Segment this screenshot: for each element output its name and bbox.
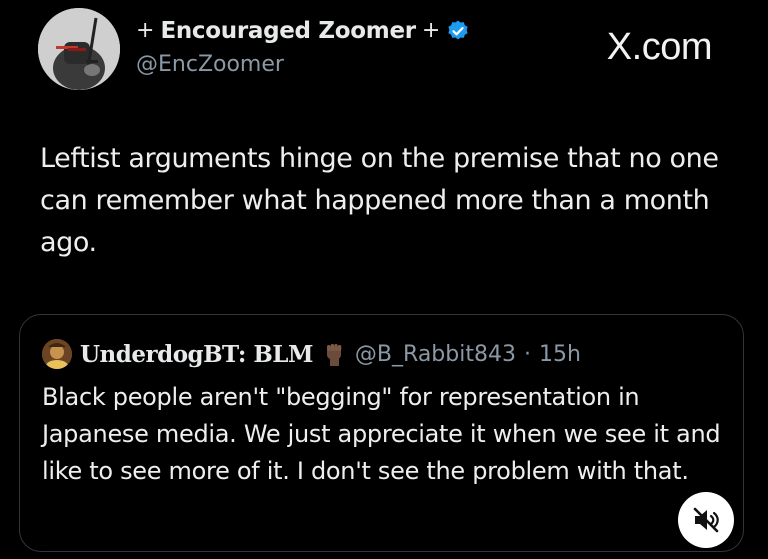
quoted-author-avatar[interactable] [42,339,72,369]
quoted-tweet-card[interactable]: UnderdogBT: BLM @B_Rabbit843 · 15h Black… [19,314,744,552]
quoted-tweet-timestamp[interactable]: 15h [539,342,581,367]
x-brand-watermark: X.com [606,26,713,68]
cross-glyph-right: + [421,18,441,43]
quoted-author-handle[interactable]: @B_Rabbit843 [355,342,516,367]
speaker-muted-icon [693,507,719,533]
author-handle[interactable]: @EncZoomer [136,52,284,77]
knight-avatar-icon [38,8,120,90]
quoted-author-display-name[interactable]: UnderdogBT: BLM [80,341,313,368]
quoted-tweet-text: Black people aren't "begging" for repres… [42,383,721,485]
author-avatar[interactable] [38,8,120,90]
quoted-tweet-header: UnderdogBT: BLM @B_Rabbit843 · 15h [42,339,581,369]
author-name-row[interactable]: + Encouraged Zoomer + [136,14,470,48]
tweet-text: Leftist arguments hinge on the premise t… [40,143,719,258]
unmute-button[interactable] [678,492,734,548]
quoted-avatar-icon [42,339,72,369]
raised-fist-icon [326,344,342,366]
verified-badge-icon [448,20,468,40]
separator-dot: · [523,341,531,367]
author-display-name[interactable]: Encouraged Zoomer [160,18,416,44]
cross-glyph-left: + [136,18,155,43]
